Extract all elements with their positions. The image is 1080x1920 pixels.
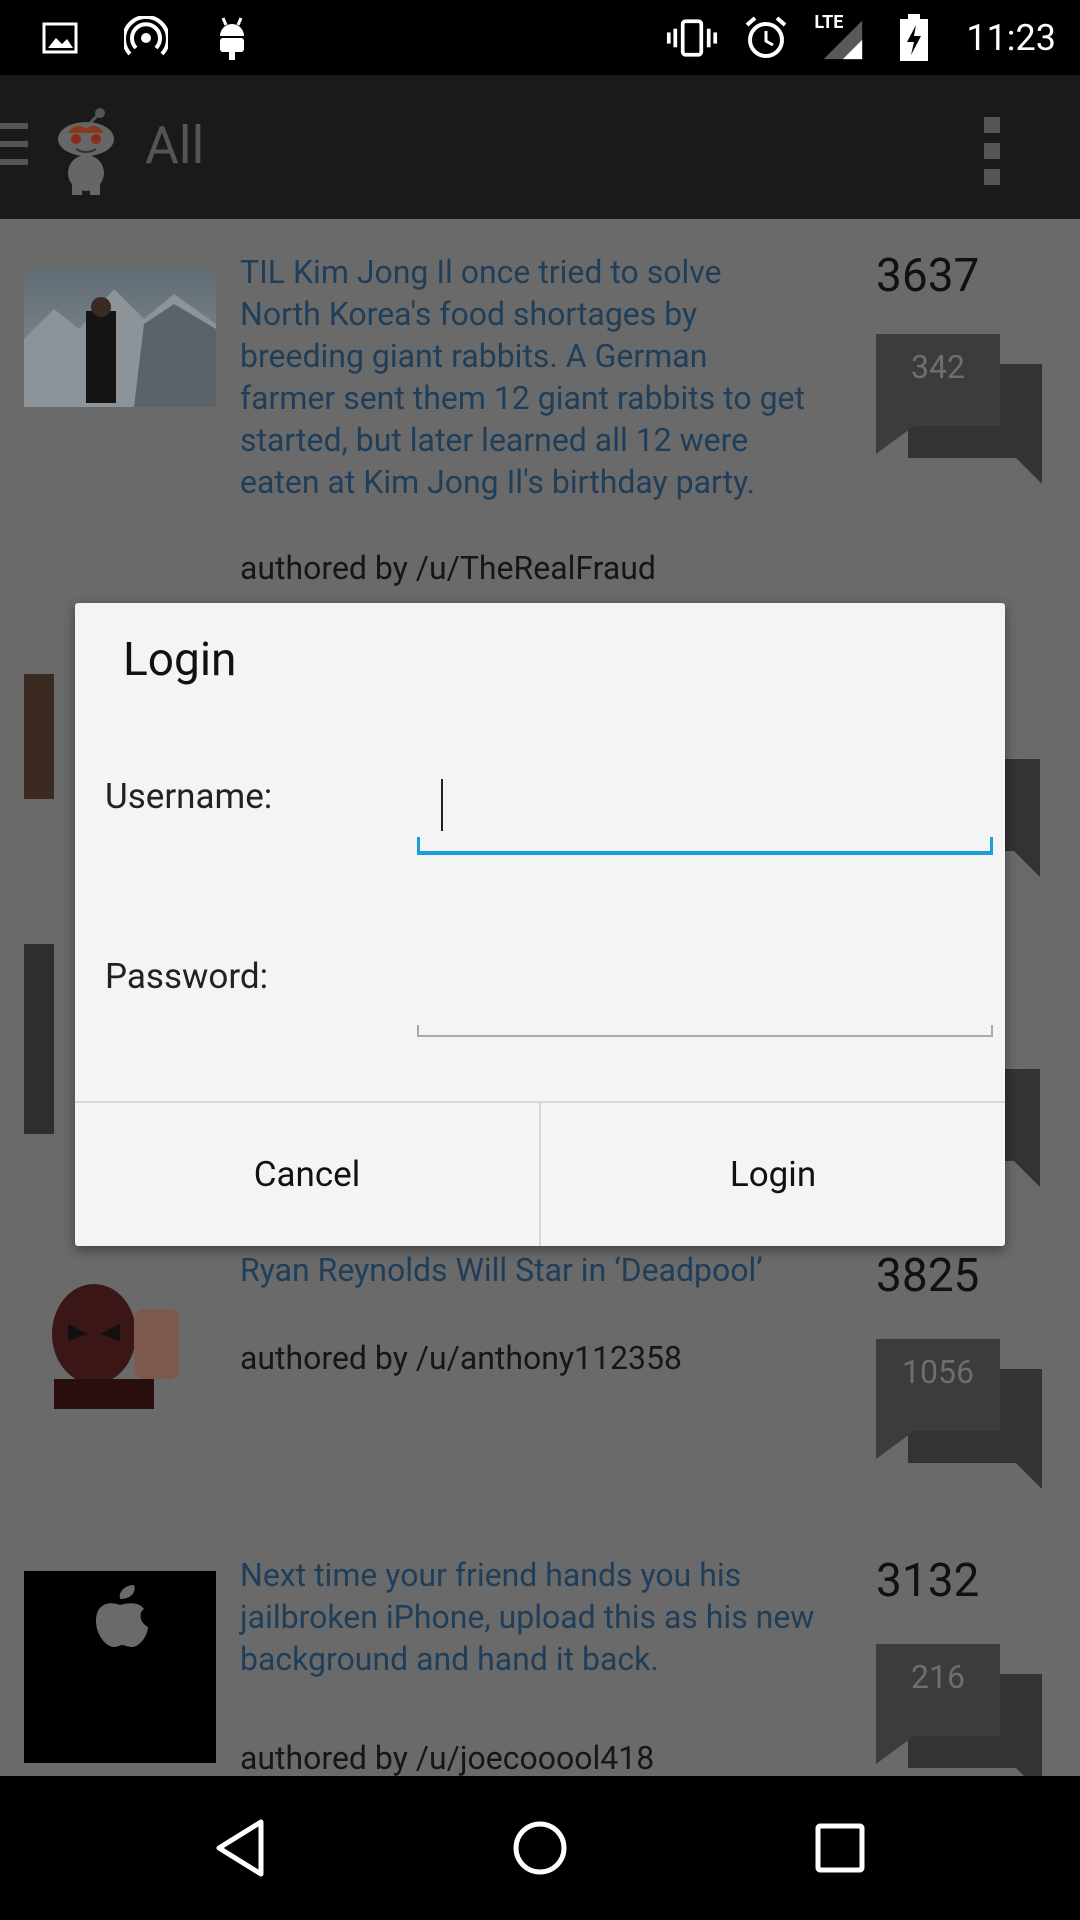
comments-button[interactable] [1000,759,1050,909]
network-label: LTE [814,12,844,33]
cancel-button[interactable]: Cancel [75,1103,539,1246]
hotspot-icon [120,12,172,64]
battery-charging-icon [888,12,940,64]
status-bar: LTE 11:23 [0,0,1080,75]
comment-count: 342 [911,348,965,386]
comments-button[interactable]: 342 [876,334,1046,484]
lte-signal-icon: LTE [814,12,866,64]
post-thumbnail[interactable] [24,1571,216,1763]
action-bar: All [0,75,1080,219]
back-icon[interactable] [205,1812,277,1884]
comments-button[interactable]: 1056 [876,1339,1046,1489]
image-icon [34,12,86,64]
vibrate-icon [666,12,718,64]
dialog-button-row: Cancel Login [75,1101,1005,1246]
post-title[interactable]: Next time your friend hands you his jail… [240,1554,830,1680]
text-cursor [441,779,443,831]
post-thumbnail[interactable] [24,944,54,1134]
comments-button[interactable]: 216 [876,1644,1046,1776]
post-thumbnail[interactable] [24,674,54,799]
login-button[interactable]: Login [539,1103,1005,1246]
list-item[interactable]: Ryan Reynolds Will Star in ‘Deadpool’ au… [0,1249,1080,1489]
dialog-title: Login [123,633,237,687]
username-field[interactable] [417,769,993,855]
password-label: Password: [105,956,269,997]
post-author[interactable]: authored by /u/joecooool418 [240,1739,654,1776]
post-thumbnail[interactable] [24,269,216,407]
comment-count: 1056 [902,1353,974,1391]
post-title[interactable]: TIL Kim Jong Il once tried to solve Nort… [240,251,810,503]
post-score: 3637 [876,249,980,303]
login-dialog: Login Username: Password: Cancel Login [75,603,1005,1246]
post-thumbnail[interactable] [24,1279,216,1409]
password-field[interactable] [417,951,993,1037]
reddit-alien-logo [54,105,118,195]
post-author[interactable]: authored by /u/TheRealFraud [240,549,656,587]
navigation-bar [0,1776,1080,1920]
username-label: Username: [105,776,273,817]
list-item[interactable]: Next time your friend hands you his jail… [0,1554,1080,1776]
post-score: 3825 [876,1249,980,1303]
android-icon [206,12,258,64]
clock: 11:23 [966,17,1056,59]
page-title: All [145,115,205,176]
overflow-menu-icon[interactable] [984,117,1002,195]
post-title[interactable]: Ryan Reynolds Will Star in ‘Deadpool’ [240,1249,810,1291]
post-score: 3132 [876,1554,980,1608]
recents-icon[interactable] [804,1812,876,1884]
apple-logo-icon [96,1585,148,1647]
drawer-menu-icon[interactable] [0,123,30,177]
list-item[interactable]: TIL Kim Jong Il once tried to solve Nort… [0,219,1080,599]
comments-button[interactable] [1000,1069,1050,1219]
comment-count: 216 [911,1658,965,1696]
post-author[interactable]: authored by /u/anthony112358 [240,1339,682,1377]
home-icon[interactable] [504,1812,576,1884]
alarm-icon [740,12,792,64]
